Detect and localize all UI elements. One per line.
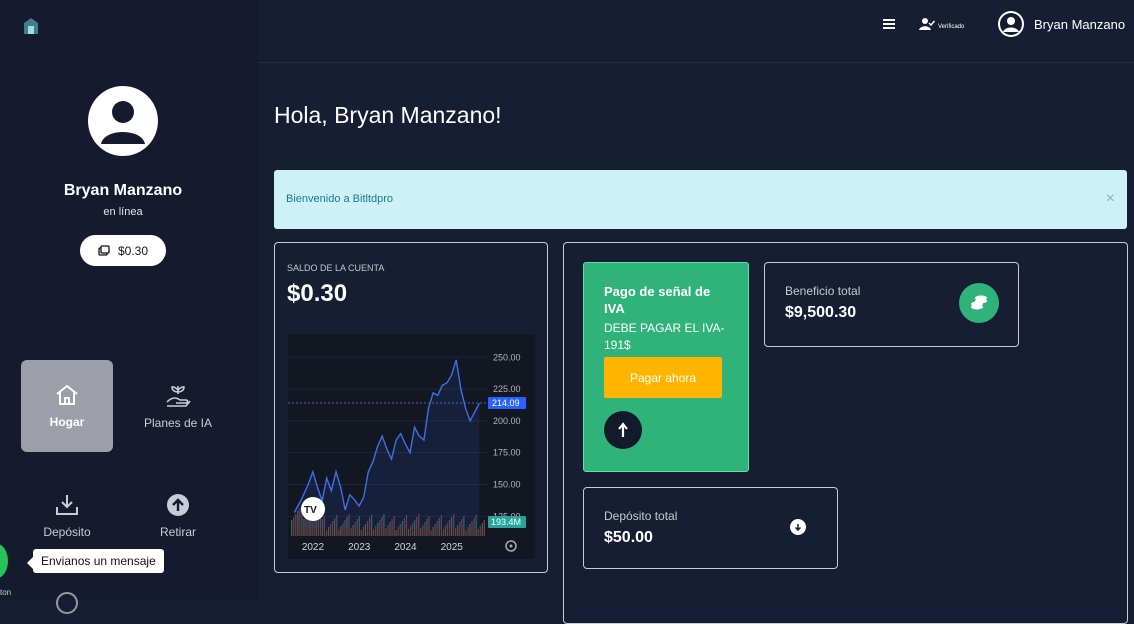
volume-bar: [373, 529, 375, 536]
chat-tooltip: Envianos un mensaje: [27, 549, 164, 573]
chart-svg: 250.00225.00200.00175.00150.00125.00 202…: [288, 352, 526, 553]
deposit-label: Depósito total: [604, 509, 678, 523]
chart-x-tick: 2024: [394, 542, 417, 553]
settings-gear-icon[interactable]: [505, 540, 517, 552]
profile-avatar: [88, 86, 158, 156]
top-bar: Verificado Bryan Manzano: [258, 0, 1134, 63]
hamburger-menu-icon[interactable]: [882, 17, 896, 31]
chart-y-tick: 250.00: [493, 352, 521, 362]
balance-label: SALDO DE LA CUENTA: [287, 263, 385, 273]
volume-bar: [455, 528, 457, 536]
arrow-turn-up-icon: [618, 422, 628, 437]
header-avatar[interactable]: [998, 11, 1024, 37]
verified-status[interactable]: Verificado: [919, 17, 964, 31]
plant-hand-icon: [166, 385, 191, 407]
volume-bar: [483, 520, 485, 536]
tax-signal-card: Pago de señal de IVA DEBE PAGAR EL IVA-1…: [583, 262, 749, 472]
chart-x-tick: 2022: [302, 542, 325, 553]
chart-y-tick: 175.00: [493, 448, 521, 458]
nav-ai-plans[interactable]: Planes de IA: [132, 360, 224, 452]
svg-text:TV: TV: [304, 505, 317, 516]
profit-label: Beneficio total: [785, 284, 861, 298]
deposit-arrow-icon: [790, 519, 806, 535]
volume-bar: [325, 530, 328, 536]
volume-bar: [385, 528, 387, 536]
total-deposit-card: Depósito total $50.00: [583, 487, 838, 569]
user-avatar-icon: [101, 101, 145, 144]
coins-stack-icon: [971, 295, 987, 310]
sidebar-user-name: Bryan Manzano: [63, 182, 183, 199]
profit-value: $9,500.30: [785, 304, 857, 321]
volume-bar: [442, 529, 444, 536]
alert-close-button[interactable]: ×: [1106, 190, 1115, 208]
nav-ai-plans-label: Planes de IA: [143, 415, 213, 430]
logo-icon[interactable]: [24, 18, 38, 34]
coins-icon: [98, 244, 110, 256]
volume-label: 193.4M: [491, 517, 521, 527]
volume-bar: [420, 528, 422, 536]
balance-amount: $0.30: [287, 280, 348, 307]
volume-bar: [407, 529, 410, 536]
volume-bar: [293, 517, 295, 536]
user-avatar-icon: [1000, 13, 1022, 35]
total-profit-card: Beneficio total $9,500.30: [764, 262, 1019, 347]
arrow-down-icon: [794, 524, 802, 531]
volume-bar: [395, 530, 397, 536]
balance-value: $0.30: [117, 243, 149, 258]
chart-x-tick: 2023: [348, 542, 371, 553]
user-status: en línea: [103, 206, 143, 218]
tradingview-logo-icon[interactable]: TV: [301, 497, 325, 521]
volume-bar: [350, 528, 352, 536]
balance-pill[interactable]: $0.30: [80, 235, 166, 266]
volume-bar: [479, 526, 481, 536]
chart-y-tick: 225.00: [493, 384, 521, 394]
account-balance-card: SALDO DE LA CUENTA $0.30 250.00 225.00 200…: [274, 242, 548, 573]
price-chart[interactable]: 250.00225.00200.00175.00150.00125.00 202…: [288, 334, 535, 559]
tax-action-button[interactable]: [604, 411, 642, 449]
chat-sublabel: ton: [0, 588, 12, 597]
home-icon: [56, 384, 78, 405]
chart-x-tick: 2025: [441, 542, 464, 553]
header-username[interactable]: Bryan Manzano: [1034, 17, 1125, 32]
volume-bar: [477, 529, 479, 536]
download-tray-icon: [56, 494, 78, 515]
page-title: Hola, Bryan Manzano!: [274, 102, 502, 128]
volume-bar: [481, 523, 483, 536]
nav-home[interactable]: Hogar: [21, 360, 113, 452]
deposit-value: $50.00: [604, 529, 653, 546]
chart-y-tick: 200.00: [493, 416, 521, 426]
upload-circle-icon: [167, 493, 189, 516]
last-price-label: 214.09: [492, 398, 520, 408]
chart-y-tick: 150.00: [493, 479, 521, 489]
tax-description: DEBE PAGAR EL IVA-191$: [604, 321, 725, 352]
partial-nav-icon[interactable]: [56, 592, 78, 614]
chat-button[interactable]: [0, 544, 8, 578]
volume-bar: [430, 530, 432, 536]
volume-bar: [338, 529, 340, 536]
user-check-icon: [919, 18, 935, 30]
nav-withdraw-label: Retirar: [159, 524, 196, 539]
sidebar: Bryan Manzano en línea $0.30 Hogar Plane…: [0, 0, 258, 614]
alert-text: Bienvenido a Bitltdpro: [286, 193, 394, 205]
profit-icon: [959, 283, 999, 323]
welcome-alert: Bienvenido a Bitltdpro ×: [274, 170, 1127, 229]
volume-bar: [465, 530, 467, 536]
pay-now-button[interactable]: Pagar ahora: [604, 357, 722, 398]
tax-title: Pago de señal de IVA: [604, 284, 711, 316]
verified-label: Verificado: [938, 23, 965, 30]
nav-deposit-label: Depósito: [43, 524, 91, 539]
volume-bar: [291, 520, 293, 536]
nav-home-label: Hogar: [49, 414, 85, 429]
volume-bar: [360, 530, 362, 536]
